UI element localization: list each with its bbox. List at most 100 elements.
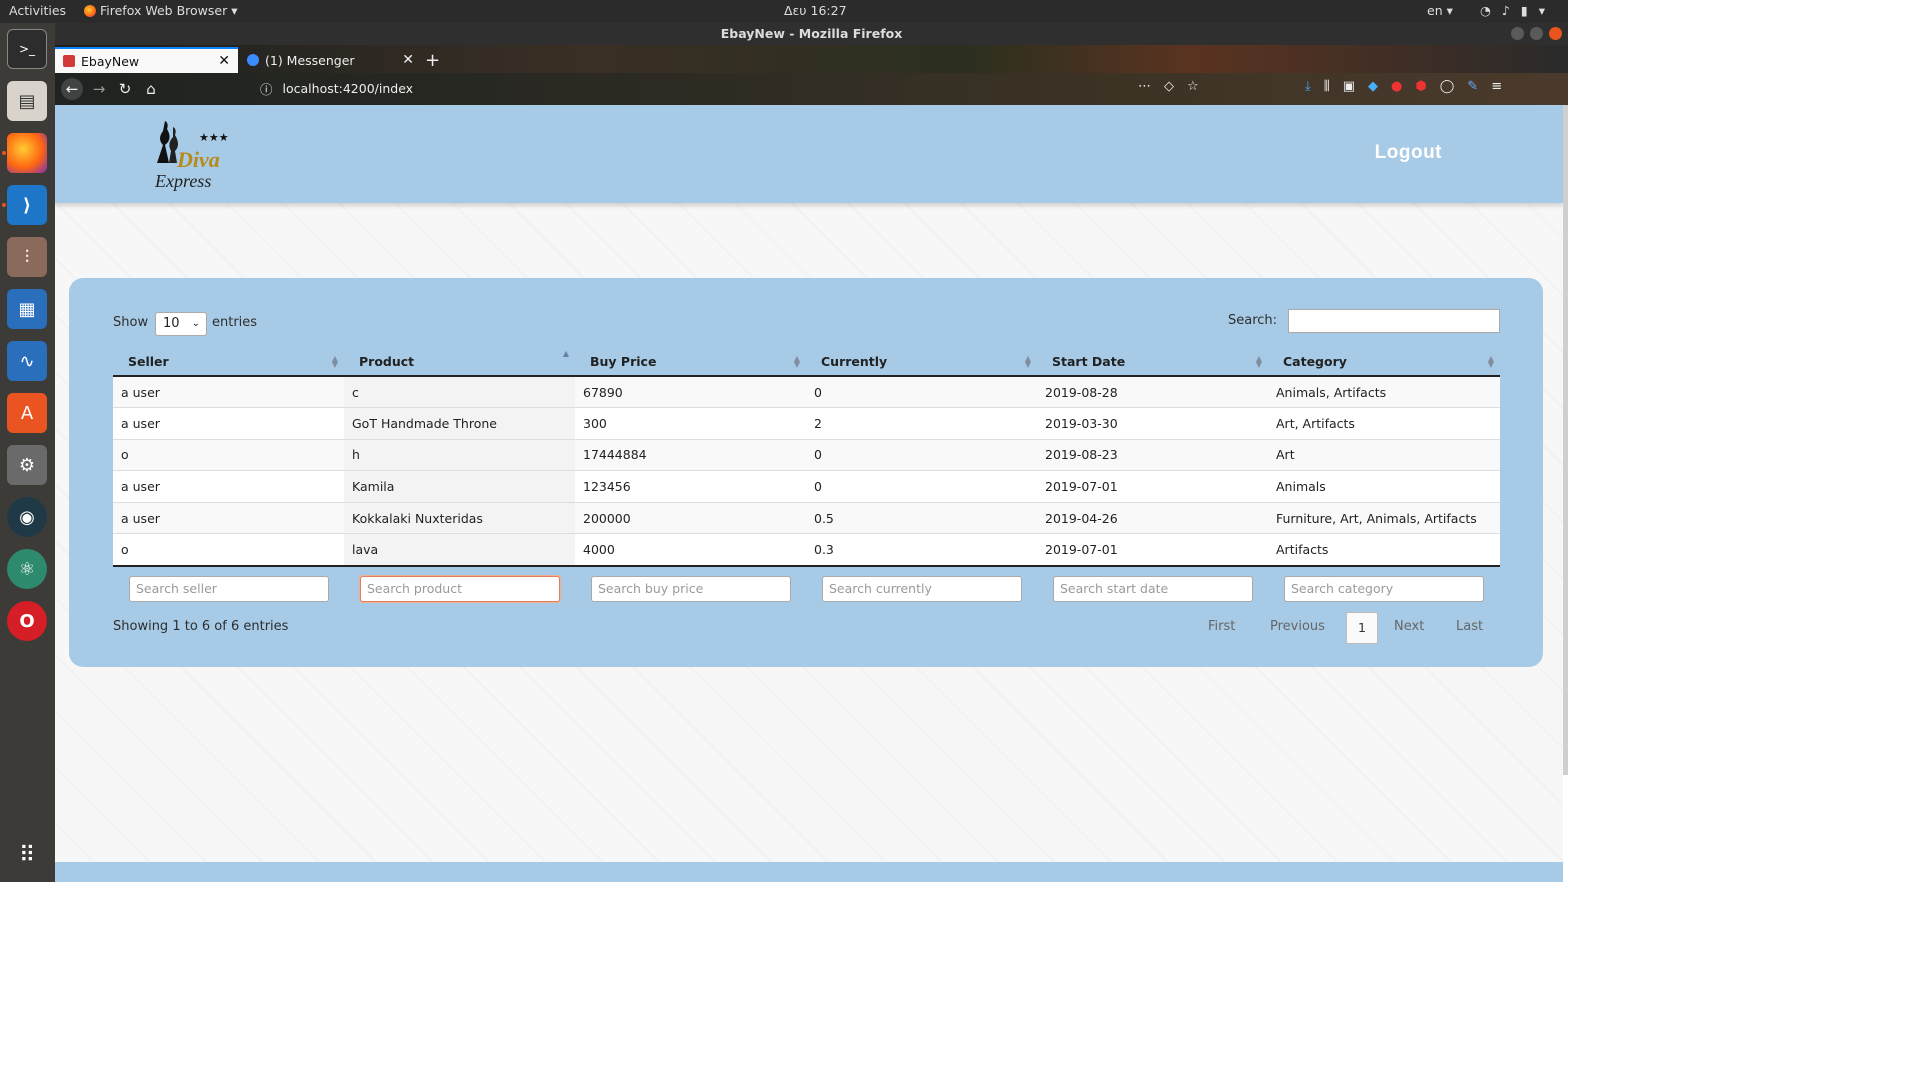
sort-icon: ▲ ▼ [1255,354,1262,369]
software-center-icon[interactable]: A [7,393,47,433]
back-button[interactable]: ← [61,78,83,100]
sort-icon: ▲ ▼ [1487,354,1494,369]
pagination-previous[interactable]: Previous [1270,619,1325,634]
vscode-icon[interactable]: ⟩ [7,185,47,225]
window-controls [1511,27,1562,40]
column-header-seller[interactable]: Seller ▲ ▼ [113,348,344,377]
tab-bar: EbayNew ✕ (1) Messenger ✕ + [55,45,1568,73]
system-tray[interactable]: ◔ ♪ ▮ ▾ [1480,3,1545,18]
clock[interactable]: Δευ 16:27 [784,3,847,18]
cell-currently: 2 [806,407,1037,440]
more-actions-icon[interactable]: ⋯ [1138,79,1151,94]
bookmark-star-icon[interactable]: ☆ [1187,79,1199,94]
mixer-icon[interactable]: ⫶ [7,237,47,277]
entries-length-select[interactable]: 10 ⌄ [155,312,207,336]
tab-messenger[interactable]: (1) Messenger ✕ [239,47,422,73]
extension-icon[interactable]: ✎ [1467,79,1478,94]
wifi-icon: ◔ [1480,3,1491,18]
show-apps-icon[interactable]: ⠿ [7,835,47,875]
search-category-input[interactable]: Search category [1284,576,1484,602]
running-indicator [2,151,6,155]
cell-category: Artifacts [1268,533,1500,567]
table-row[interactable]: o lava 4000 0.3 2019-07-01 Artifacts [113,533,1500,567]
pocket-icon[interactable]: ◇ [1164,79,1174,94]
sidebar-icon[interactable]: ▣ [1343,79,1355,94]
cell-product: Kamila [344,470,575,503]
ublock-icon[interactable]: ● [1391,79,1402,94]
page-content: Diva Express ★★★ Logout Show 10 ⌄ entrie… [55,105,1563,882]
column-header-label: Product [359,354,415,369]
column-header-currently[interactable]: Currently ▲ ▼ [806,348,1037,377]
pagination-last[interactable]: Last [1456,619,1483,634]
new-tab-button[interactable]: + [425,47,445,73]
angular-icon [63,55,75,67]
table-row[interactable]: a user Kokkalaki Nuxteridas 200000 0.5 2… [113,502,1500,535]
extension-icon[interactable]: ◆ [1368,79,1378,94]
site-header: Diva Express ★★★ Logout [55,105,1563,203]
close-tab-icon[interactable]: ✕ [218,53,230,69]
chevron-down-icon: ⌄ [191,318,200,329]
minimize-button[interactable] [1511,27,1524,40]
cell-start-date: 2019-04-26 [1037,502,1268,535]
library-icon[interactable]: ⫼ [1324,79,1330,94]
table-row[interactable]: a user GoT Handmade Throne 300 2 2019-03… [113,407,1500,440]
terminal-icon[interactable]: >_ [7,29,47,69]
search-seller-input[interactable]: Search seller [129,576,329,602]
firefox-icon[interactable] [7,133,47,173]
cell-product: Kokkalaki Nuxteridas [344,502,575,535]
column-header-category[interactable]: Category ▲ ▼ [1268,348,1500,377]
cell-currently: 0.3 [806,533,1037,567]
search-start-date-input[interactable]: Search start date [1053,576,1253,602]
maximize-button[interactable] [1530,27,1543,40]
info-icon[interactable]: ⓘ [260,79,273,98]
global-search-input[interactable] [1288,309,1500,333]
language-indicator[interactable]: en ▾ [1427,3,1453,18]
reload-button[interactable]: ↻ [115,79,135,99]
logout-link[interactable]: Logout [1375,142,1442,164]
activities-button[interactable]: Activities [9,3,66,18]
pagination-page-1[interactable]: 1 [1346,612,1378,644]
app-menu[interactable]: Firefox Web Browser ▾ [84,3,238,18]
gitkraken-icon[interactable]: ◉ [7,497,47,537]
files-icon[interactable]: ▤ [7,81,47,121]
tab-ebaynew[interactable]: EbayNew ✕ [55,47,238,73]
pagination-next[interactable]: Next [1394,619,1424,634]
table-row[interactable]: o h 17444884 0 2019-08-23 Art [113,439,1500,472]
menu-icon[interactable]: ≡ [1491,79,1502,94]
table-row[interactable]: a user c 67890 0 2019-08-28 Animals, Art… [113,376,1500,409]
settings-icon[interactable]: ⚙ [7,445,47,485]
cell-buy-price: 67890 [575,376,806,409]
opera-icon[interactable]: O [7,601,47,641]
toolbar-extensions: ⤓ ⫼ ▣ ◆ ● ⬢ ◯ ✎ ≡ [1305,79,1502,94]
page-scrollbar[interactable] [1563,105,1568,775]
window-title: EbayNew - Mozilla Firefox [720,26,903,41]
account-icon[interactable]: ◯ [1440,79,1455,94]
search-buy-price-input[interactable]: Search buy price [591,576,791,602]
caret-down-icon: ▾ [1538,3,1546,18]
close-window-button[interactable] [1549,27,1562,40]
column-header-product[interactable]: Product ▲ [344,348,575,377]
system-monitor-icon[interactable]: ∿ [7,341,47,381]
cell-start-date: 2019-07-01 [1037,470,1268,503]
column-header-buy-price[interactable]: Buy Price ▲ ▼ [575,348,806,377]
sort-ascending-icon: ▲ [562,349,569,358]
tab-label: (1) Messenger [265,52,355,68]
forward-button[interactable]: → [89,79,109,99]
search-currently-input[interactable]: Search currently [822,576,1022,602]
cell-buy-price: 4000 [575,533,806,567]
adblock-icon[interactable]: ⬢ [1415,79,1426,94]
home-button[interactable]: ⌂ [141,79,161,99]
pagination-first[interactable]: First [1208,619,1235,634]
writer-icon[interactable]: ▦ [7,289,47,329]
diva-express-logo[interactable]: Diva Express ★★★ [147,117,237,193]
column-header-label: Category [1283,354,1347,369]
listings-table: Seller ▲ ▼ Product ▲ Buy Price ▲ ▼ Currently ▲… [113,348,1500,567]
table-row[interactable]: a user Kamila 123456 0 2019-07-01 Animal… [113,470,1500,503]
column-header-start-date[interactable]: Start Date ▲ ▼ [1037,348,1268,377]
close-tab-icon[interactable]: ✕ [402,52,414,68]
atom-icon[interactable]: ⚛ [7,549,47,589]
url-text[interactable]: localhost:4200/index [283,81,414,96]
download-icon[interactable]: ⤓ [1305,79,1311,94]
url-bar[interactable]: ⓘ localhost:4200/index [260,79,413,98]
search-product-input[interactable]: Search product [360,576,560,602]
